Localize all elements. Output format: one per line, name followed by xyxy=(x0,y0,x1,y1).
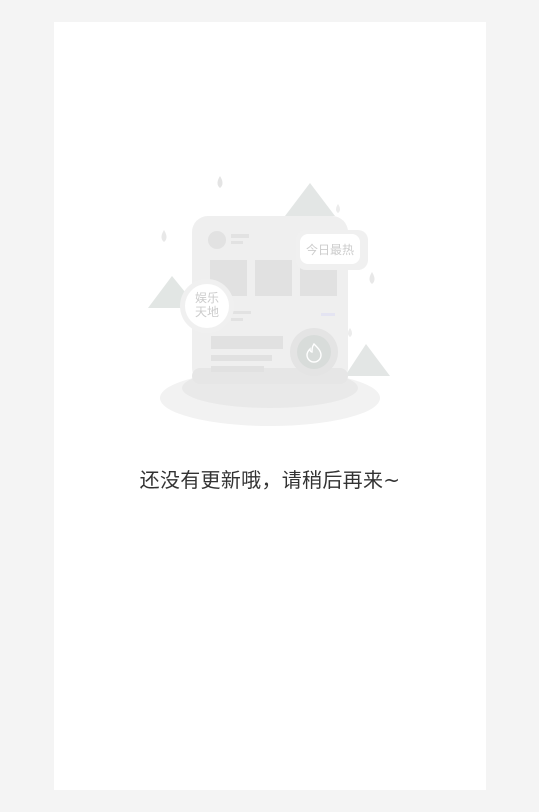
mock-avatar xyxy=(208,231,226,249)
badge-entertainment-line2: 天地 xyxy=(195,305,219,319)
mountain-top xyxy=(285,183,335,216)
mock-tile-2 xyxy=(255,260,292,296)
flame-badge xyxy=(297,335,331,369)
badge-entertainment-line1: 娱乐 xyxy=(195,291,219,305)
drop-right xyxy=(369,272,375,284)
mountain-right xyxy=(345,344,390,376)
drop-small-top xyxy=(336,204,340,213)
empty-state-illustration: 今日最热 娱乐 天地 xyxy=(148,176,390,426)
badge-today-hot-label: 今日最热 xyxy=(306,242,354,257)
drop-left xyxy=(161,230,167,242)
drop-small-right xyxy=(348,328,352,337)
empty-state-message: 还没有更新哦，请稍后再来~ xyxy=(139,468,401,492)
drop-top xyxy=(217,176,223,188)
